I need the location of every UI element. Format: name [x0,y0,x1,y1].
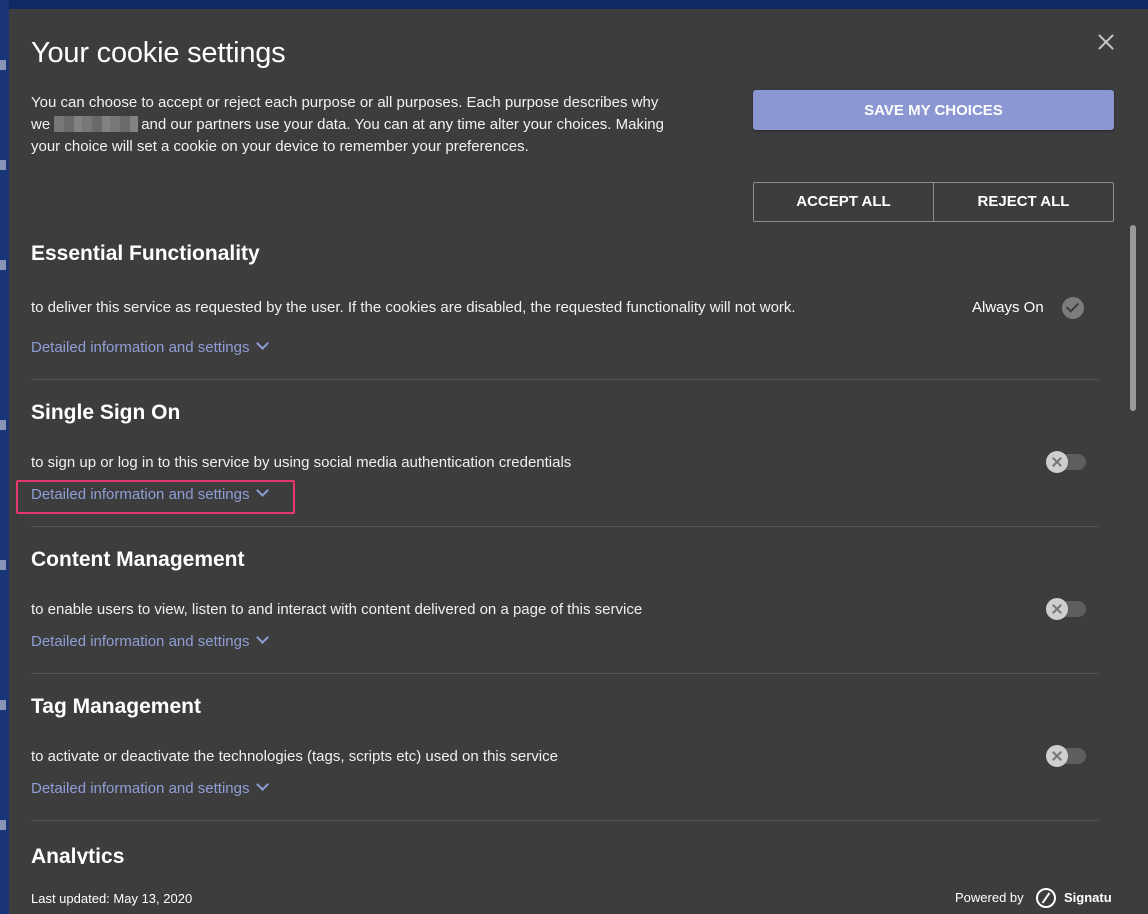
background-page-edge [0,0,9,914]
toggle-sso[interactable] [1046,451,1086,473]
cookie-settings-modal: Your cookie settings You can choose to a… [9,9,1148,914]
accept-reject-group: ACCEPT ALL REJECT ALL [753,182,1114,222]
section-title-essential: Essential Functionality [31,242,260,265]
scrollbar-thumb[interactable] [1130,225,1136,411]
redacted-company-name [54,116,139,132]
detail-link-essential[interactable]: Detailed information and settings [31,337,270,356]
section-divider [31,673,1099,674]
section-title-analytics: Analytics [31,845,125,864]
detail-link-label: Detailed information and settings [31,780,250,797]
chevron-down-icon [256,337,270,350]
scrollbar[interactable] [1127,221,1139,869]
section-title-content: Content Management [31,548,245,571]
section-divider [31,526,1099,527]
section-title-tag: Tag Management [31,695,201,718]
last-updated-text: Last updated: May 13, 2020 [31,891,193,906]
section-title-sso: Single Sign On [31,401,181,424]
reject-all-button[interactable]: REJECT ALL [933,183,1113,221]
detail-link-label: Detailed information and settings [31,633,250,650]
detail-link-tag[interactable]: Detailed information and settings [31,778,270,797]
close-icon[interactable] [1095,31,1117,53]
accept-all-button[interactable]: ACCEPT ALL [754,183,933,221]
powered-by-label: Powered by [955,890,1024,905]
section-description-content: to enable users to view, listen to and i… [31,601,643,618]
always-on-label: Always On [972,299,1044,316]
toggle-off-x-icon [1046,745,1068,767]
detail-link-content[interactable]: Detailed information and settings [31,631,270,650]
section-description-tag: to activate or deactivate the technologi… [31,748,558,765]
toggle-off-x-icon [1046,598,1068,620]
toggle-content[interactable] [1046,598,1086,620]
detail-link-label: Detailed information and settings [31,486,250,503]
signatu-logo-icon[interactable] [1036,888,1056,908]
check-circle-icon [1062,297,1084,319]
section-divider [31,379,1099,380]
signatu-brand[interactable]: Signatu [1064,890,1112,905]
chevron-down-icon [256,484,270,497]
modal-title: Your cookie settings [31,37,286,69]
detail-link-sso[interactable]: Detailed information and settings [31,484,270,503]
save-my-choices-button[interactable]: SAVE MY CHOICES [753,90,1114,130]
intro-text: You can choose to accept or reject each … [31,92,671,158]
section-divider [31,820,1099,821]
chevron-down-icon [256,631,270,644]
toggle-off-x-icon [1046,451,1068,473]
detail-link-label: Detailed information and settings [31,339,250,356]
section-description-sso: to sign up or log in to this service by … [31,454,572,471]
section-description-essential: to deliver this service as requested by … [31,299,796,316]
toggle-tag[interactable] [1046,745,1086,767]
chevron-down-icon [256,778,270,791]
